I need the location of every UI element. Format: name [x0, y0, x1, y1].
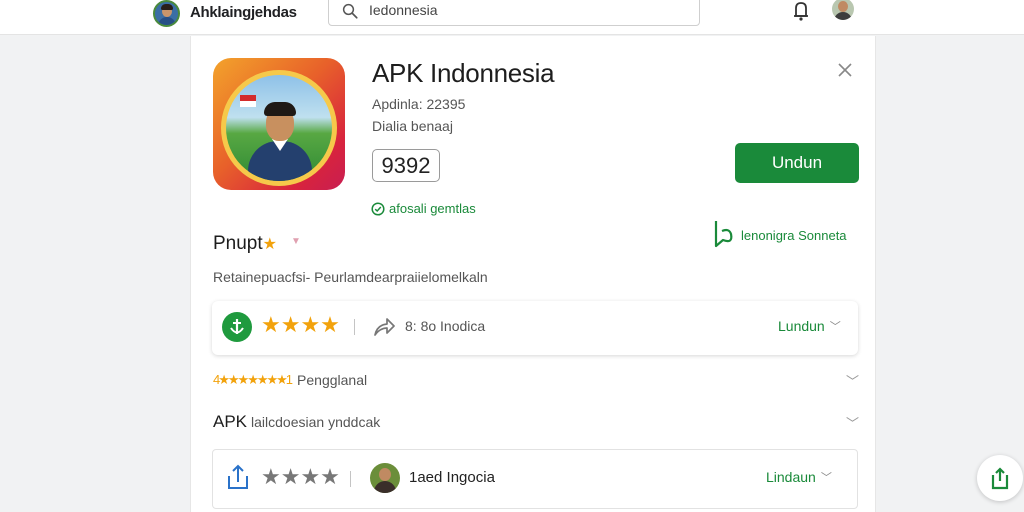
rating-link[interactable]: Lundun ﹀	[778, 318, 841, 334]
rating-panel: ★★★★ 8: 8o Inodica Lundun ﹀	[212, 301, 858, 355]
app-title: APK Indonnesia	[372, 58, 555, 88]
safe-status-text: afosali gemtlas	[389, 201, 476, 216]
chevron-down-icon: ﹀	[829, 321, 841, 333]
rating-stars-text: ★★★★	[261, 312, 340, 337]
row-label: Pengglanal	[297, 372, 368, 388]
reviewer-name: 1aed Ingocia	[409, 469, 495, 486]
brand-avatar[interactable]	[153, 0, 180, 27]
upload-icon[interactable]	[223, 462, 253, 492]
star-icon: ★	[262, 236, 277, 253]
search-input[interactable]	[369, 0, 689, 20]
app-icon	[213, 58, 345, 190]
app-meta-line-2: Dialia benaaj	[372, 118, 453, 134]
developer-name[interactable]: lenonigra Sonneta	[741, 228, 847, 243]
chevron-down-icon[interactable]: ▼	[291, 236, 301, 247]
row-rating: 4★★★★★★★1	[213, 372, 293, 387]
app-meta-line-1: Apdinla: 22395	[372, 96, 466, 112]
divider	[350, 471, 351, 487]
share-icon[interactable]	[372, 315, 396, 339]
search-box[interactable]	[328, 0, 700, 26]
review-link[interactable]: Lindaun ﹀	[766, 469, 832, 485]
verified-icon	[222, 312, 252, 342]
check-circle-icon	[371, 201, 385, 216]
row-title: APK	[213, 412, 248, 431]
row-label: lailcdoesian ynddcak	[251, 414, 381, 430]
chevron-down-icon[interactable]: ﹀	[846, 371, 859, 390]
bell-icon[interactable]	[792, 1, 810, 21]
chevron-down-icon: ﹀	[820, 472, 832, 484]
developer-link[interactable]: lenonigra Sonneta	[711, 218, 847, 252]
safe-status: afosali gemtlas	[371, 201, 476, 216]
chevron-down-icon[interactable]: ﹀	[846, 413, 859, 432]
review-stars: ★★★★	[261, 466, 340, 488]
search-icon	[342, 3, 358, 19]
install-button[interactable]: Undun	[735, 143, 859, 183]
rating-stars: ★★★★	[261, 314, 340, 336]
section-title-text: Pnupt	[213, 233, 263, 254]
review-stars-text: ★★★★	[261, 464, 340, 489]
list-item[interactable]: 4★★★★★★★1 Pengglanal ﹀	[213, 360, 859, 400]
brand-name[interactable]: Ahklaingjehdas	[190, 4, 297, 21]
share-app-icon	[991, 467, 1009, 490]
rating-link-label[interactable]: Lundun	[778, 318, 825, 334]
section-subtitle: Retainepuacfsi- Peurlamdearpraiielomelka…	[213, 269, 488, 285]
app-detail-card: APK Indonnesia Apdinla: 22395 Dialia ben…	[190, 36, 876, 512]
divider	[354, 319, 355, 335]
close-icon[interactable]	[837, 62, 853, 78]
user-avatar[interactable]	[832, 0, 854, 20]
share-app-button[interactable]	[977, 455, 1023, 501]
downloads-count: 8: 8o Inodica	[405, 318, 486, 334]
list-item[interactable]: APK lailcdoesian ynddcak ﹀	[213, 402, 859, 442]
top-bar: Ahklaingjehdas	[0, 0, 1024, 35]
review-panel: ★★★★ 1aed Ingocia Lindaun ﹀	[212, 449, 858, 509]
section-title: Pnupt★	[213, 233, 277, 255]
version-badge: 9392	[372, 149, 440, 182]
developer-logo-icon	[714, 221, 733, 248]
review-link-label[interactable]: Lindaun	[766, 469, 816, 485]
reviewer-avatar[interactable]	[370, 463, 400, 493]
